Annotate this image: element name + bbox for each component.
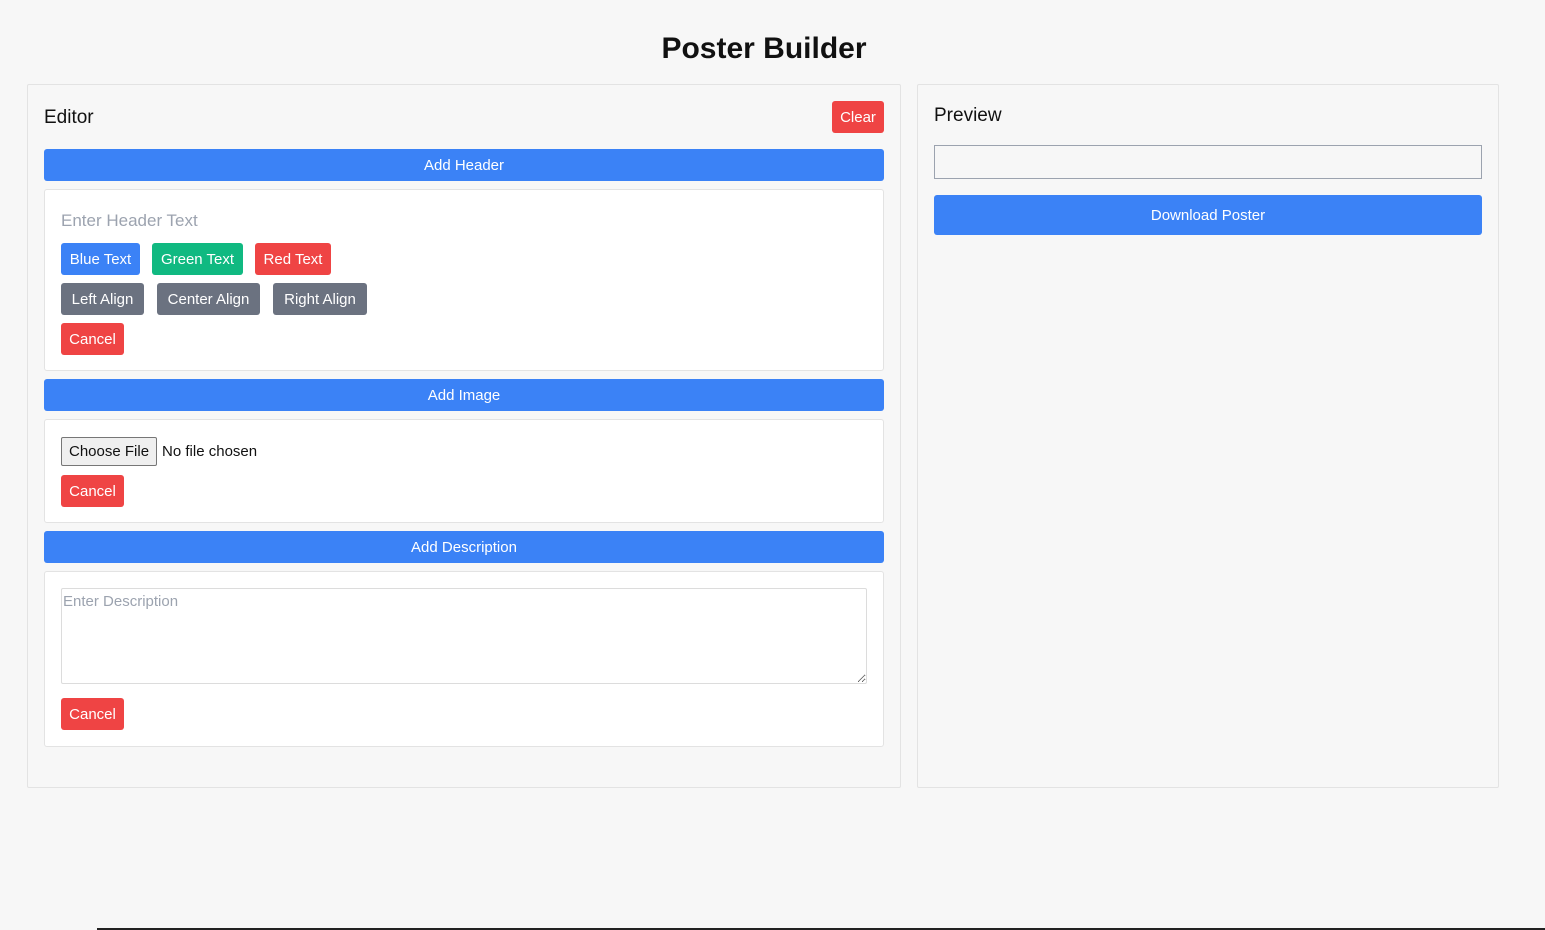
image-cancel-button[interactable]: Cancel xyxy=(61,475,124,507)
editor-title: Editor xyxy=(44,107,94,128)
add-header-button[interactable]: Add Header xyxy=(44,149,884,181)
right-align-button[interactable]: Right Align xyxy=(273,283,367,315)
header-cancel-button[interactable]: Cancel xyxy=(61,323,124,355)
file-status-text: No file chosen xyxy=(162,443,258,460)
center-align-button[interactable]: Center Align xyxy=(157,283,260,315)
header-text-input[interactable] xyxy=(61,210,561,232)
choose-file-button[interactable]: Choose File xyxy=(61,437,158,466)
blue-text-button[interactable]: Blue Text xyxy=(61,243,140,275)
poster-preview xyxy=(934,145,1482,179)
description-textarea[interactable] xyxy=(61,588,867,684)
editor-panel: Editor Clear Add Header Blue Text Green … xyxy=(27,84,901,788)
description-editor-card: Cancel xyxy=(44,571,884,747)
preview-panel: Preview Download Poster xyxy=(917,84,1499,788)
file-input[interactable]: Choose File No file chosen xyxy=(61,437,257,466)
page-title: Poster Builder xyxy=(661,32,867,65)
description-cancel-button[interactable]: Cancel xyxy=(61,698,124,730)
preview-title: Preview xyxy=(934,105,1002,126)
add-image-button[interactable]: Add Image xyxy=(44,379,884,411)
download-poster-button[interactable]: Download Poster xyxy=(934,195,1482,235)
left-align-button[interactable]: Left Align xyxy=(61,283,144,315)
add-description-button[interactable]: Add Description xyxy=(44,531,884,563)
clear-button[interactable]: Clear xyxy=(832,101,884,133)
red-text-button[interactable]: Red Text xyxy=(255,243,331,275)
image-editor-card: Choose File No file chosen Cancel xyxy=(44,419,884,523)
header-editor-card: Blue Text Green Text Red Text Left Align… xyxy=(44,189,884,371)
green-text-button[interactable]: Green Text xyxy=(152,243,243,275)
